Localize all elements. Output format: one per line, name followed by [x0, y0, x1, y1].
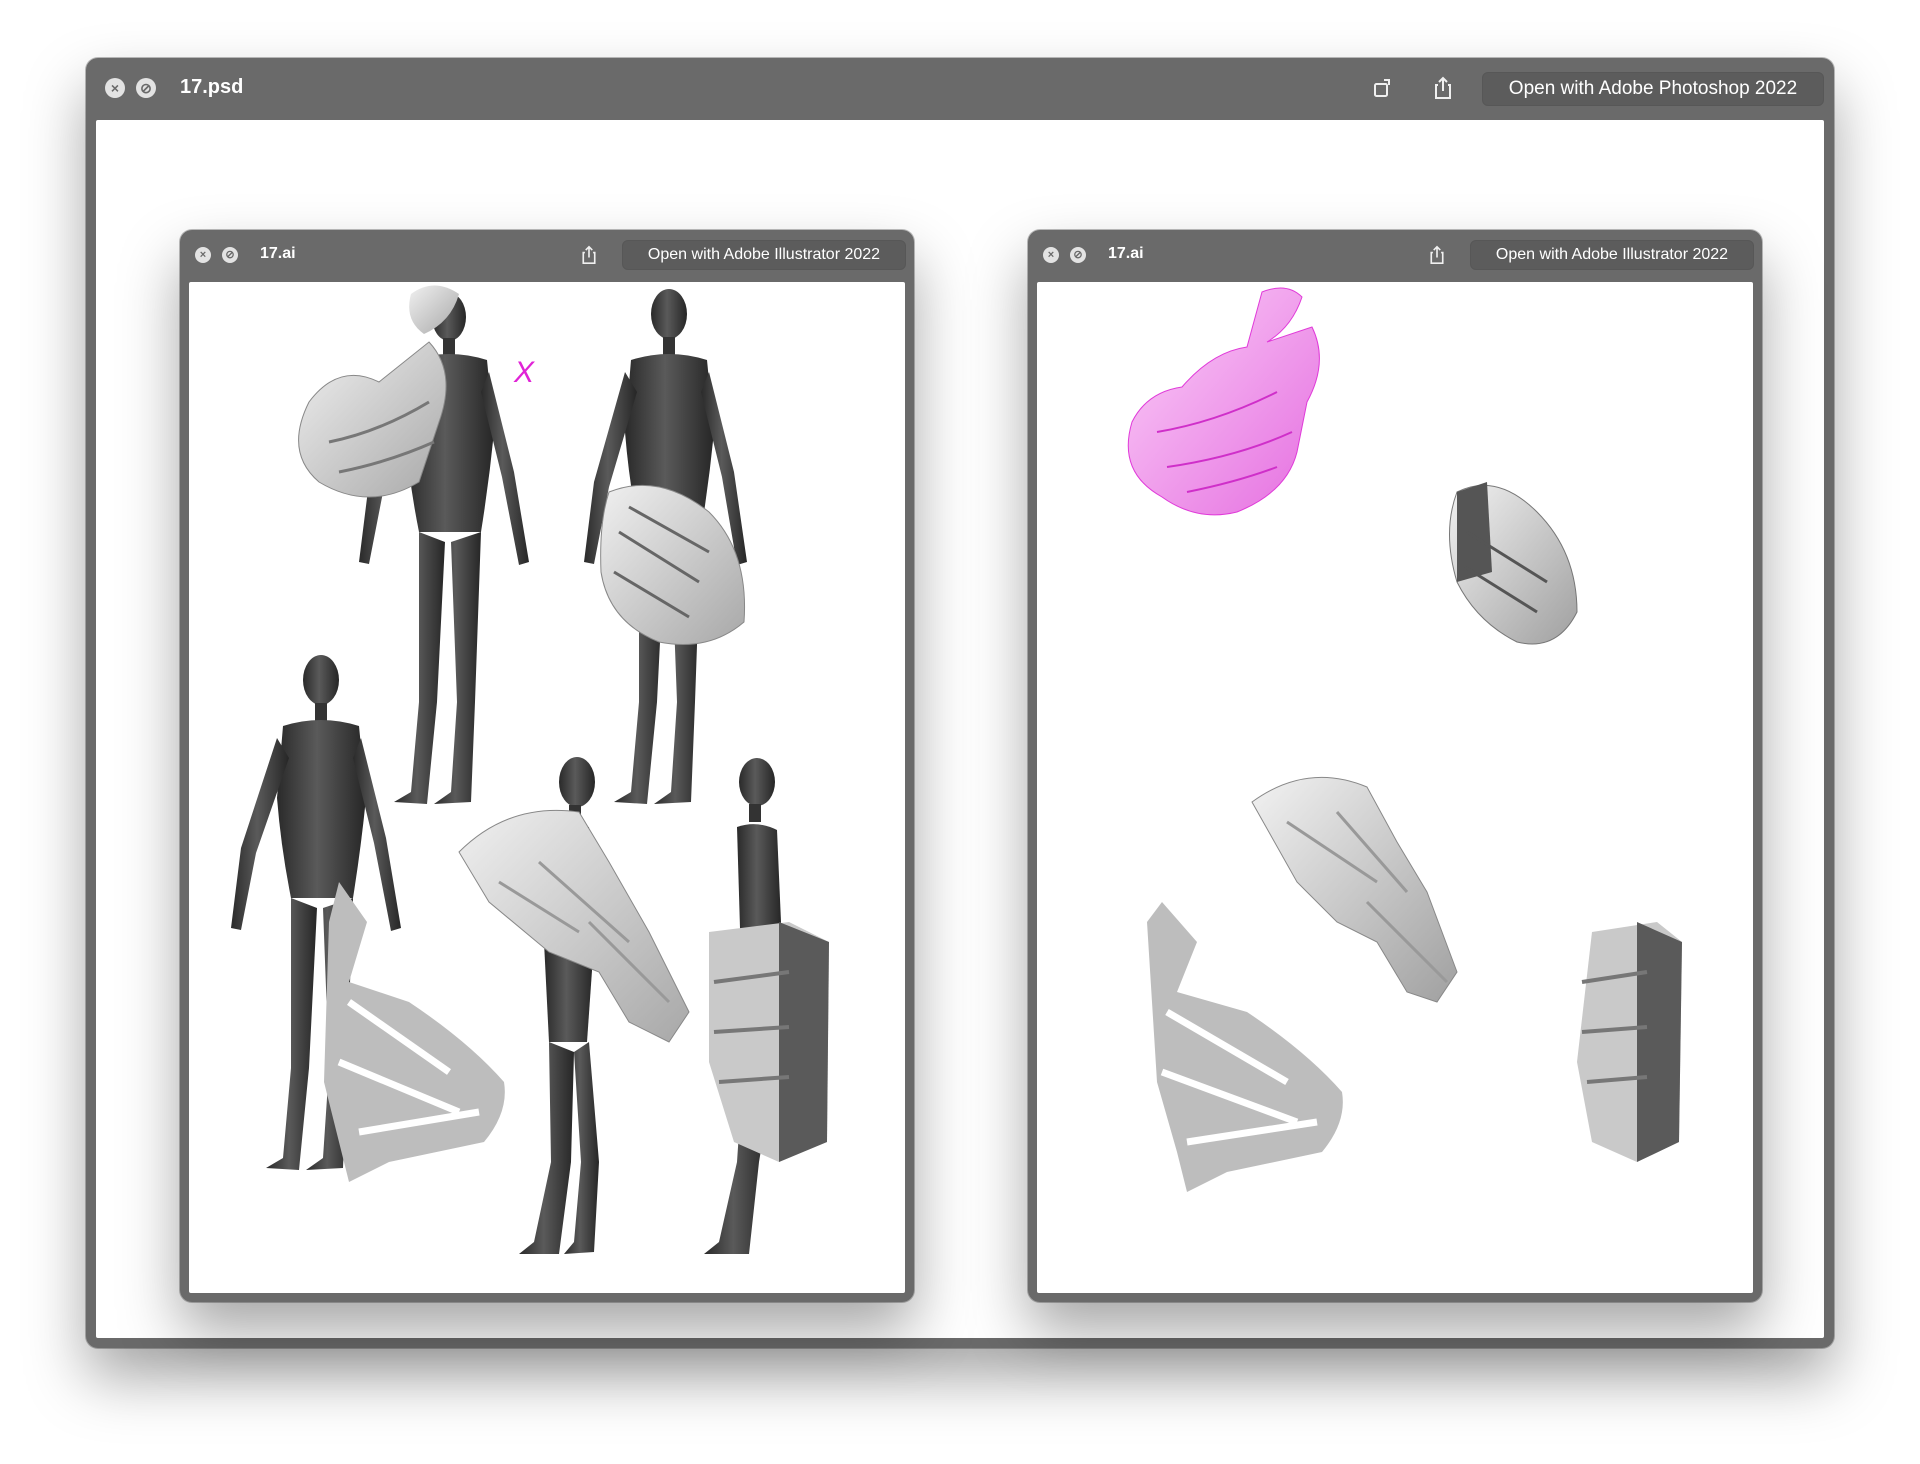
minimize-icon[interactable]: ⊘	[1070, 247, 1086, 263]
left-preview-title: 17.ai	[260, 245, 296, 262]
garment-piece-skirt	[1449, 482, 1578, 645]
right-artboard	[1037, 282, 1753, 1293]
garment-piece-flat	[1147, 902, 1343, 1192]
preview-canvas: × ⊘ 17.ai Open with Adobe Illustrator 20…	[96, 120, 1824, 1338]
right-preview-title: 17.ai	[1108, 245, 1144, 262]
garment-piece-block	[1577, 922, 1682, 1162]
share-icon[interactable]	[577, 243, 601, 267]
rotate-icon[interactable]	[1368, 74, 1398, 102]
mannequin-figure-5	[704, 758, 829, 1254]
window-title: 17.psd	[180, 76, 244, 98]
annotation-mark: X	[513, 356, 535, 389]
right-titlebar: × ⊘ 17.ai Open with Adobe Illustrator 20…	[1028, 230, 1762, 280]
open-with-illustrator-button[interactable]: Open with Adobe Illustrator 2022	[1470, 240, 1754, 270]
minimize-icon[interactable]: ⊘	[136, 78, 156, 98]
mannequin-artwork: X	[231, 285, 829, 1254]
minimize-icon[interactable]: ⊘	[222, 247, 238, 263]
share-icon[interactable]	[1425, 243, 1449, 267]
mannequin-figure-4	[458, 757, 690, 1254]
garment-piece-panel	[1251, 776, 1458, 1003]
close-icon[interactable]: ×	[1043, 247, 1059, 263]
garment-pieces-artwork	[1127, 287, 1682, 1192]
share-icon[interactable]	[1428, 73, 1458, 103]
left-preview-window: × ⊘ 17.ai Open with Adobe Illustrator 20…	[180, 230, 914, 1302]
right-preview-window: × ⊘ 17.ai Open with Adobe Illustrator 20…	[1028, 230, 1762, 1302]
left-artboard: X	[189, 282, 905, 1293]
left-titlebar: × ⊘ 17.ai Open with Adobe Illustrator 20…	[180, 230, 914, 280]
mannequin-figure-2	[584, 289, 747, 804]
open-with-photoshop-button[interactable]: Open with Adobe Photoshop 2022	[1482, 72, 1824, 106]
highlighted-garment-piece	[1127, 287, 1320, 516]
close-icon[interactable]: ×	[105, 78, 125, 98]
open-with-illustrator-button[interactable]: Open with Adobe Illustrator 2022	[622, 240, 906, 270]
close-icon[interactable]: ×	[195, 247, 211, 263]
titlebar: × ⊘ 17.psd Open with Adobe Photoshop 202…	[86, 58, 1834, 118]
quicklook-window: × ⊘ 17.psd Open with Adobe Photoshop 202…	[86, 58, 1834, 1348]
